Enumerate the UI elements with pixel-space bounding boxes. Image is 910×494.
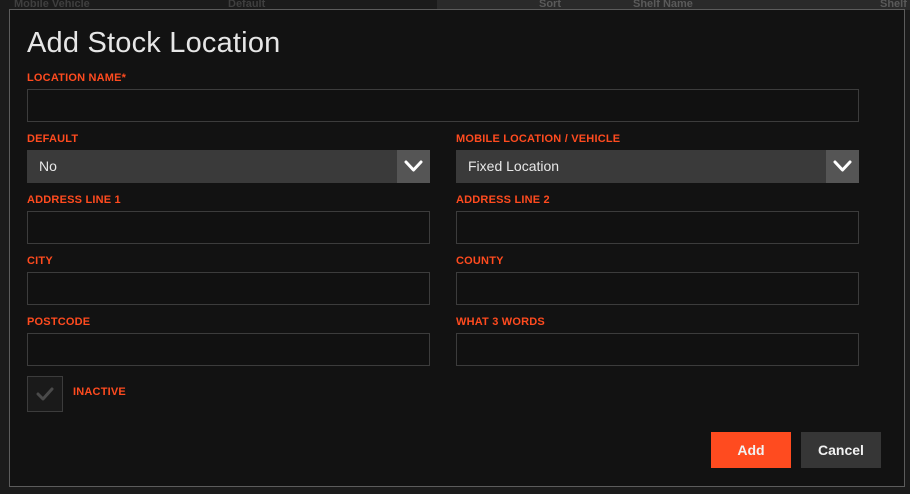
city-label: CITY bbox=[27, 255, 53, 267]
address-line-2-label: ADDRESS LINE 2 bbox=[456, 194, 550, 206]
address-line-1-label: ADDRESS LINE 1 bbox=[27, 194, 121, 206]
location-name-input[interactable] bbox=[27, 89, 859, 122]
default-select-value: No bbox=[39, 158, 57, 174]
what-3-words-label: WHAT 3 WORDS bbox=[456, 316, 545, 328]
address-line-1-input[interactable] bbox=[27, 211, 430, 244]
default-select[interactable]: No bbox=[27, 150, 430, 183]
default-label: DEFAULT bbox=[27, 133, 79, 145]
postcode-input[interactable] bbox=[27, 333, 430, 366]
dialog-title: Add Stock Location bbox=[27, 27, 281, 59]
mobile-location-select[interactable]: Fixed Location bbox=[456, 150, 859, 183]
postcode-label: POSTCODE bbox=[27, 316, 91, 328]
address-line-2-input[interactable] bbox=[456, 211, 859, 244]
city-input[interactable] bbox=[27, 272, 430, 305]
add-stock-location-dialog: Add Stock Location LOCATION NAME* DEFAUL… bbox=[9, 9, 905, 487]
what-3-words-input[interactable] bbox=[456, 333, 859, 366]
county-input[interactable] bbox=[456, 272, 859, 305]
checkmark-icon bbox=[36, 387, 54, 401]
add-button[interactable]: Add bbox=[711, 432, 791, 468]
chevron-down-icon[interactable] bbox=[397, 150, 430, 183]
mobile-location-select-value: Fixed Location bbox=[468, 158, 560, 174]
county-label: COUNTY bbox=[456, 255, 504, 267]
mobile-location-label: MOBILE LOCATION / VEHICLE bbox=[456, 133, 621, 145]
inactive-checkbox[interactable] bbox=[27, 376, 63, 412]
inactive-label: INACTIVE bbox=[73, 386, 126, 398]
location-name-label: LOCATION NAME* bbox=[27, 72, 127, 84]
chevron-down-icon[interactable] bbox=[826, 150, 859, 183]
cancel-button[interactable]: Cancel bbox=[801, 432, 881, 468]
